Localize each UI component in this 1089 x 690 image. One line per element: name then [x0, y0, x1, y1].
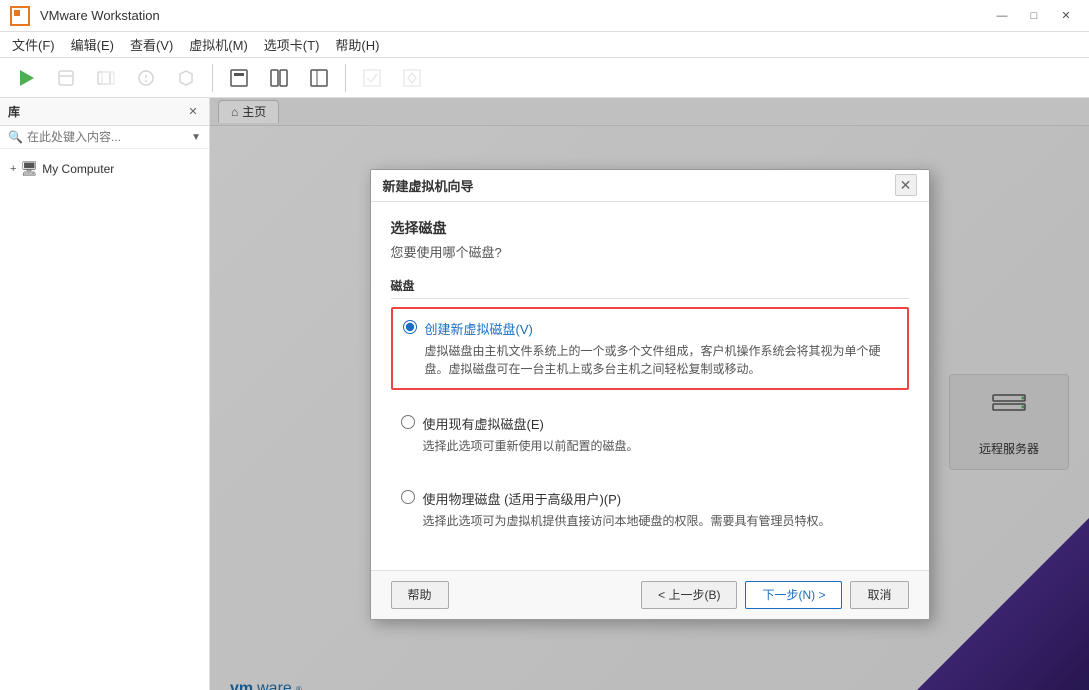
view-full-icon: [309, 68, 329, 88]
expand-icon: +: [10, 163, 16, 175]
app-logo: [8, 4, 32, 28]
toolbar-snap-1[interactable]: [354, 64, 390, 92]
radio-create-new-label[interactable]: 创建新虚拟磁盘(V): [425, 319, 897, 338]
content-area: ⌂ 主页 7 ← → 远程服务器: [210, 98, 1089, 690]
search-dropdown-icon[interactable]: ▼: [191, 132, 201, 143]
menu-file[interactable]: 文件(F): [4, 33, 63, 56]
toolbar-icon-2: [96, 68, 116, 88]
play-icon: [16, 68, 36, 88]
radio-use-existing-label[interactable]: 使用现有虚拟磁盘(E): [423, 414, 899, 433]
view-tab-button[interactable]: [221, 64, 257, 92]
radio-use-physical-label[interactable]: 使用物理磁盘 (适用于高级用户)(P): [423, 489, 899, 508]
toolbar-btn-2[interactable]: [88, 64, 124, 92]
dialog-group-label: 磁盘: [391, 277, 909, 299]
toolbar-btn-3[interactable]: [128, 64, 164, 92]
radio-use-existing-content: 使用现有虚拟磁盘(E) 选择此选项可重新使用以前配置的磁盘。: [423, 414, 899, 455]
view-split-button[interactable]: [261, 64, 297, 92]
main-layout: 库 ✕ 🔍 ▼ + 🖥 My Computer ⌂ 主页 7: [0, 98, 1089, 690]
menu-bar: 文件(F) 编辑(E) 查看(V) 虚拟机(M) 选项卡(T) 帮助(H): [0, 32, 1089, 58]
toolbar-icon-1: [56, 68, 76, 88]
dialog-footer-right: < 上一步(B) 下一步(N) > 取消: [641, 581, 908, 609]
title-bar: VMware Workstation — □ ✕: [0, 0, 1089, 32]
toolbar-separator: [212, 64, 213, 92]
toolbar-icon-4: [176, 68, 196, 88]
radio-option-create-new: 创建新虚拟磁盘(V) 虚拟磁盘由主机文件系统上的一个或多个文件组成，客户机操作系…: [391, 307, 909, 390]
sidebar: 库 ✕ 🔍 ▼ + 🖥 My Computer: [0, 98, 210, 690]
toolbar-separator-2: [345, 64, 346, 92]
radio-use-existing[interactable]: [401, 415, 415, 429]
toolbar-icon-3: [136, 68, 156, 88]
sidebar-close-button[interactable]: ✕: [185, 104, 201, 120]
dialog-section-subtitle: 您要使用哪个磁盘?: [391, 242, 909, 261]
cancel-button[interactable]: 取消: [850, 581, 908, 609]
menu-view[interactable]: 查看(V): [122, 33, 181, 56]
minimize-button[interactable]: —: [987, 5, 1017, 27]
radio-create-new-desc: 虚拟磁盘由主机文件系统上的一个或多个文件组成，客户机操作系统会将其视为单个硬盘。…: [425, 342, 897, 378]
radio-use-physical[interactable]: [401, 490, 415, 504]
dialog-footer: 帮助 < 上一步(B) 下一步(N) > 取消: [371, 570, 929, 619]
play-button[interactable]: [8, 64, 44, 92]
close-button[interactable]: ✕: [1051, 5, 1081, 27]
toolbar-snap-2[interactable]: [394, 64, 430, 92]
app-title: VMware Workstation: [40, 8, 987, 23]
window-controls: — □ ✕: [987, 5, 1081, 27]
sidebar-title: 库: [8, 103, 20, 120]
computer-icon: 🖥: [20, 160, 38, 177]
menu-vm[interactable]: 虚拟机(M): [181, 33, 256, 56]
snap-icon-2: [402, 68, 422, 88]
menu-tab[interactable]: 选项卡(T): [256, 33, 328, 56]
search-icon: 🔍: [8, 130, 23, 144]
radio-create-new[interactable]: [403, 320, 417, 334]
dialog-title: 新建虚拟机向导: [383, 176, 474, 195]
toolbar: [0, 58, 1089, 98]
menu-edit[interactable]: 编辑(E): [63, 33, 122, 56]
snap-icon-1: [362, 68, 382, 88]
dialog-footer-left: 帮助: [391, 581, 449, 609]
view-tab-icon: [229, 68, 249, 88]
back-button[interactable]: < 上一步(B): [641, 581, 737, 609]
next-button[interactable]: 下一步(N) >: [745, 581, 842, 609]
sidebar-tree: + 🖥 My Computer: [0, 149, 209, 188]
dialog-title-bar: 新建虚拟机向导 ✕: [371, 170, 929, 202]
radio-create-new-content: 创建新虚拟磁盘(V) 虚拟磁盘由主机文件系统上的一个或多个文件组成，客户机操作系…: [425, 319, 897, 378]
dialog-overlay: 新建虚拟机向导 ✕ 选择磁盘 您要使用哪个磁盘? 磁盘 创建新虚拟磁盘(V) 虚…: [210, 98, 1089, 690]
sidebar-item-my-computer[interactable]: + 🖥 My Computer: [4, 157, 205, 180]
view-split-icon: [269, 68, 289, 88]
dialog-body: 选择磁盘 您要使用哪个磁盘? 磁盘 创建新虚拟磁盘(V) 虚拟磁盘由主机文件系统…: [371, 202, 929, 570]
view-full-button[interactable]: [301, 64, 337, 92]
help-button[interactable]: 帮助: [391, 581, 449, 609]
sidebar-search-bar: 🔍 ▼: [0, 126, 209, 149]
new-vm-wizard-dialog: 新建虚拟机向导 ✕ 选择磁盘 您要使用哪个磁盘? 磁盘 创建新虚拟磁盘(V) 虚…: [370, 169, 930, 620]
menu-help[interactable]: 帮助(H): [327, 33, 387, 56]
sidebar-search-input[interactable]: [27, 130, 191, 144]
dialog-close-button[interactable]: ✕: [895, 174, 917, 196]
toolbar-btn-4[interactable]: [168, 64, 204, 92]
radio-use-existing-desc: 选择此选项可重新使用以前配置的磁盘。: [423, 437, 899, 455]
radio-option-use-physical: 使用物理磁盘 (适用于高级用户)(P) 选择此选项可为虚拟机提供直接访问本地硬盘…: [391, 479, 909, 540]
toolbar-btn-1[interactable]: [48, 64, 84, 92]
maximize-button[interactable]: □: [1019, 5, 1049, 27]
dialog-section-title: 选择磁盘: [391, 218, 909, 238]
radio-use-physical-content: 使用物理磁盘 (适用于高级用户)(P) 选择此选项可为虚拟机提供直接访问本地硬盘…: [423, 489, 899, 530]
radio-option-use-existing: 使用现有虚拟磁盘(E) 选择此选项可重新使用以前配置的磁盘。: [391, 404, 909, 465]
my-computer-label: My Computer: [42, 162, 114, 176]
sidebar-header: 库 ✕: [0, 98, 209, 126]
radio-use-physical-desc: 选择此选项可为虚拟机提供直接访问本地硬盘的权限。需要具有管理员特权。: [423, 512, 899, 530]
vmware-icon: [10, 6, 30, 26]
